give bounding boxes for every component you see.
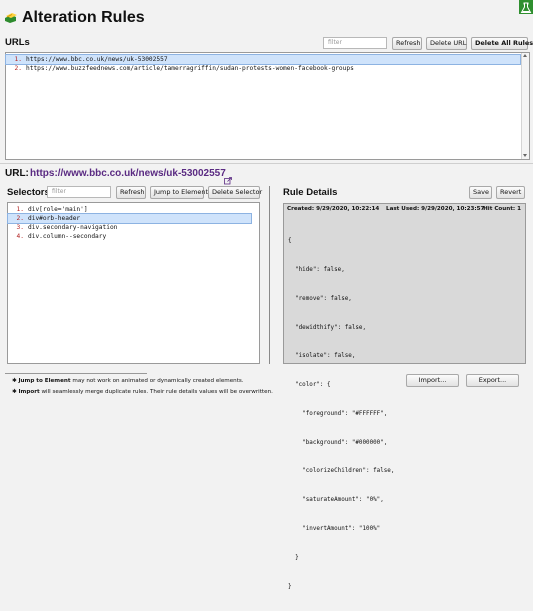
selector-text: div.column--secondary — [28, 233, 107, 240]
rule-details-panel[interactable]: Created: 9/29/2020, 10:22:14 Last Used: … — [283, 203, 526, 590]
selector-text: div#orb-header — [28, 215, 81, 222]
note-bold: Import — [18, 389, 40, 395]
selector-filter-input[interactable]: filter — [47, 186, 111, 198]
selector-list[interactable]: 1. div[role='main'] 2. div#orb-header 3. di… — [7, 202, 260, 364]
url-label: URL: — [5, 168, 29, 179]
json-line: { — [288, 238, 292, 245]
list-item-number: 4. — [16, 233, 24, 240]
revert-button[interactable]: Revert — [496, 186, 525, 199]
json-line: "isolate": false, — [288, 353, 356, 360]
vertical-divider — [269, 186, 270, 364]
selector-text: div.secondary-navigation — [28, 224, 118, 231]
scroll-down-arrow-icon[interactable] — [523, 154, 527, 157]
page-title: Alteration Rules — [22, 9, 145, 26]
url-list-item[interactable]: 2. https://www.buzzfeednews.com/article/t… — [6, 64, 520, 73]
url-text: https://www.buzzfeednews.com/article/tam… — [26, 65, 354, 72]
json-line: "hide": false, — [288, 266, 345, 273]
divider — [0, 163, 533, 164]
url-filter-input[interactable]: filter — [323, 37, 387, 49]
list-item-number: 2. — [16, 215, 24, 222]
jump-to-element-button[interactable]: Jump to Element — [150, 186, 208, 199]
url-refresh-button[interactable]: Refresh — [392, 37, 422, 50]
rule-json-editor[interactable]: { "hide": false, "remove": false, "dewid… — [288, 218, 394, 611]
import-button[interactable]: Import... — [406, 374, 459, 387]
created-timestamp: Created: 9/29/2020, 10:22:14 — [287, 206, 380, 212]
json-line: } — [288, 554, 299, 561]
note-text: may not work on animated or dynamically … — [70, 378, 244, 384]
json-line: } — [288, 583, 292, 590]
delete-url-button[interactable]: Delete URL — [426, 37, 467, 50]
footer-note-jump: ✱ Jump to Element may not work on animat… — [12, 378, 244, 384]
flask-icon[interactable] — [519, 0, 533, 14]
list-item-number: 2. — [14, 65, 22, 72]
json-line: "color": { — [288, 382, 331, 389]
json-line: "colorizeChildren": false, — [288, 468, 395, 475]
selector-list-item[interactable]: 3. div.secondary-navigation — [8, 223, 251, 232]
json-line: "dewidthify": false, — [288, 324, 367, 331]
note-text: will seamlessly merge duplicate rules. T… — [39, 389, 273, 395]
list-item-number: 1. — [14, 56, 22, 63]
rule-details-heading: Rule Details — [283, 187, 338, 198]
selector-text: div[role='main'] — [28, 206, 88, 213]
json-line: "foreground": "#FFFFFF", — [288, 410, 388, 417]
selectors-heading: Selectors — [7, 187, 50, 198]
hit-count: Hit Count: 1 — [483, 206, 521, 212]
app-logo-icon — [4, 9, 20, 25]
last-used-timestamp: Last Used: 9/29/2020, 10:23:57 — [386, 206, 485, 212]
current-url-link[interactable]: https://www.bbc.co.uk/news/uk-53002557 — [30, 168, 226, 180]
url-list-item[interactable]: 1. https://www.bbc.co.uk/news/uk-53002557 — [5, 54, 521, 65]
url-list[interactable]: 1. https://www.bbc.co.uk/news/uk-53002557… — [5, 52, 530, 160]
json-line: "saturateAmount": "0%", — [288, 497, 384, 504]
footer-note-import: ✱ Import will seamlessly merge duplicate… — [12, 389, 273, 395]
selector-list-item[interactable]: 1. div[role='main'] — [8, 205, 251, 214]
selector-refresh-button[interactable]: Refresh — [116, 186, 146, 199]
scroll-up-arrow-icon[interactable] — [523, 54, 527, 57]
footer-divider — [5, 373, 147, 374]
list-item-number: 1. — [16, 206, 24, 213]
urls-heading: URLs — [5, 37, 30, 48]
json-line: "invertAmount": "100%" — [288, 526, 381, 532]
delete-selector-button[interactable]: Delete Selector — [208, 186, 262, 199]
json-line: "background": "#000000", — [288, 439, 388, 446]
json-line: "remove": false, — [288, 295, 352, 302]
note-bold: Jump to Element — [18, 378, 71, 384]
selector-list-item[interactable]: 4. div.column--secondary — [8, 232, 251, 241]
delete-all-rules-button[interactable]: Delete All Rules! — [471, 37, 533, 50]
save-button[interactable]: Save — [469, 186, 492, 199]
selector-list-item[interactable]: 2. div#orb-header — [7, 213, 252, 224]
export-button[interactable]: Export... — [466, 374, 519, 387]
external-link-icon[interactable] — [224, 170, 232, 185]
url-text: https://www.bbc.co.uk/news/uk-53002557 — [26, 56, 168, 63]
list-item-number: 3. — [16, 224, 24, 231]
url-list-scrollbar[interactable] — [521, 53, 529, 159]
